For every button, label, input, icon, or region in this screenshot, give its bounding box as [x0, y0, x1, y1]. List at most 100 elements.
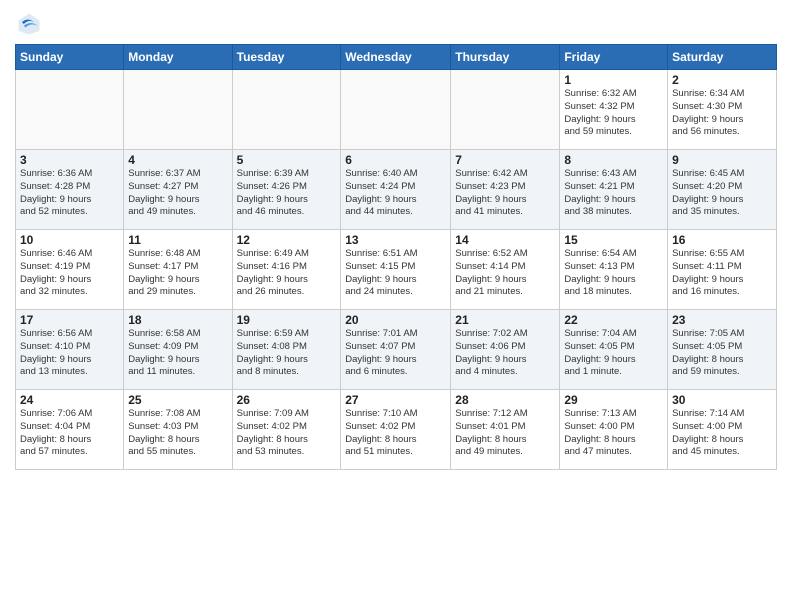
day-info: Sunrise: 6:59 AMSunset: 4:08 PMDaylight:… [237, 328, 337, 379]
calendar-week-row: 24Sunrise: 7:06 AMSunset: 4:04 PMDayligh… [16, 390, 777, 470]
day-number: 24 [20, 393, 119, 407]
day-number: 21 [455, 313, 555, 327]
calendar-day: 5Sunrise: 6:39 AMSunset: 4:26 PMDaylight… [232, 150, 341, 230]
page-container: SundayMondayTuesdayWednesdayThursdayFrid… [0, 0, 792, 475]
calendar-header-sunday: Sunday [16, 45, 124, 70]
calendar-day: 14Sunrise: 6:52 AMSunset: 4:14 PMDayligh… [451, 230, 560, 310]
day-info: Sunrise: 7:10 AMSunset: 4:02 PMDaylight:… [345, 408, 446, 459]
day-info: Sunrise: 7:05 AMSunset: 4:05 PMDaylight:… [672, 328, 772, 379]
calendar-day: 23Sunrise: 7:05 AMSunset: 4:05 PMDayligh… [668, 310, 777, 390]
calendar-header-saturday: Saturday [668, 45, 777, 70]
calendar-day: 25Sunrise: 7:08 AMSunset: 4:03 PMDayligh… [124, 390, 232, 470]
calendar-day: 20Sunrise: 7:01 AMSunset: 4:07 PMDayligh… [341, 310, 451, 390]
calendar-header-wednesday: Wednesday [341, 45, 451, 70]
calendar-day: 6Sunrise: 6:40 AMSunset: 4:24 PMDaylight… [341, 150, 451, 230]
day-info: Sunrise: 6:34 AMSunset: 4:30 PMDaylight:… [672, 88, 772, 139]
calendar-day [124, 70, 232, 150]
day-number: 8 [564, 153, 663, 167]
calendar-day [451, 70, 560, 150]
day-number: 4 [128, 153, 227, 167]
calendar-day: 16Sunrise: 6:55 AMSunset: 4:11 PMDayligh… [668, 230, 777, 310]
day-info: Sunrise: 6:56 AMSunset: 4:10 PMDaylight:… [20, 328, 119, 379]
calendar-day: 26Sunrise: 7:09 AMSunset: 4:02 PMDayligh… [232, 390, 341, 470]
day-number: 23 [672, 313, 772, 327]
day-info: Sunrise: 7:13 AMSunset: 4:00 PMDaylight:… [564, 408, 663, 459]
calendar-day [341, 70, 451, 150]
calendar-day: 12Sunrise: 6:49 AMSunset: 4:16 PMDayligh… [232, 230, 341, 310]
calendar-header-thursday: Thursday [451, 45, 560, 70]
calendar-day: 13Sunrise: 6:51 AMSunset: 4:15 PMDayligh… [341, 230, 451, 310]
day-info: Sunrise: 6:40 AMSunset: 4:24 PMDaylight:… [345, 168, 446, 219]
day-number: 19 [237, 313, 337, 327]
calendar-day: 29Sunrise: 7:13 AMSunset: 4:00 PMDayligh… [560, 390, 668, 470]
calendar-day: 28Sunrise: 7:12 AMSunset: 4:01 PMDayligh… [451, 390, 560, 470]
day-number: 2 [672, 73, 772, 87]
day-number: 20 [345, 313, 446, 327]
day-info: Sunrise: 6:58 AMSunset: 4:09 PMDaylight:… [128, 328, 227, 379]
calendar-day: 15Sunrise: 6:54 AMSunset: 4:13 PMDayligh… [560, 230, 668, 310]
header [15, 10, 777, 38]
day-info: Sunrise: 6:54 AMSunset: 4:13 PMDaylight:… [564, 248, 663, 299]
day-info: Sunrise: 6:45 AMSunset: 4:20 PMDaylight:… [672, 168, 772, 219]
day-info: Sunrise: 7:02 AMSunset: 4:06 PMDaylight:… [455, 328, 555, 379]
day-info: Sunrise: 6:46 AMSunset: 4:19 PMDaylight:… [20, 248, 119, 299]
day-info: Sunrise: 6:42 AMSunset: 4:23 PMDaylight:… [455, 168, 555, 219]
day-info: Sunrise: 7:06 AMSunset: 4:04 PMDaylight:… [20, 408, 119, 459]
day-info: Sunrise: 7:09 AMSunset: 4:02 PMDaylight:… [237, 408, 337, 459]
day-info: Sunrise: 7:08 AMSunset: 4:03 PMDaylight:… [128, 408, 227, 459]
calendar-day: 7Sunrise: 6:42 AMSunset: 4:23 PMDaylight… [451, 150, 560, 230]
calendar-day: 2Sunrise: 6:34 AMSunset: 4:30 PMDaylight… [668, 70, 777, 150]
day-info: Sunrise: 7:01 AMSunset: 4:07 PMDaylight:… [345, 328, 446, 379]
logo [15, 10, 47, 38]
calendar-header-tuesday: Tuesday [232, 45, 341, 70]
calendar-day: 30Sunrise: 7:14 AMSunset: 4:00 PMDayligh… [668, 390, 777, 470]
calendar-day: 17Sunrise: 6:56 AMSunset: 4:10 PMDayligh… [16, 310, 124, 390]
calendar-week-row: 3Sunrise: 6:36 AMSunset: 4:28 PMDaylight… [16, 150, 777, 230]
calendar-week-row: 1Sunrise: 6:32 AMSunset: 4:32 PMDaylight… [16, 70, 777, 150]
day-info: Sunrise: 6:52 AMSunset: 4:14 PMDaylight:… [455, 248, 555, 299]
day-number: 9 [672, 153, 772, 167]
calendar-day: 21Sunrise: 7:02 AMSunset: 4:06 PMDayligh… [451, 310, 560, 390]
calendar-day [232, 70, 341, 150]
day-number: 14 [455, 233, 555, 247]
day-number: 22 [564, 313, 663, 327]
calendar-day: 27Sunrise: 7:10 AMSunset: 4:02 PMDayligh… [341, 390, 451, 470]
day-info: Sunrise: 6:43 AMSunset: 4:21 PMDaylight:… [564, 168, 663, 219]
day-info: Sunrise: 6:36 AMSunset: 4:28 PMDaylight:… [20, 168, 119, 219]
day-info: Sunrise: 6:32 AMSunset: 4:32 PMDaylight:… [564, 88, 663, 139]
day-number: 26 [237, 393, 337, 407]
calendar-header-row: SundayMondayTuesdayWednesdayThursdayFrid… [16, 45, 777, 70]
day-number: 28 [455, 393, 555, 407]
calendar-week-row: 17Sunrise: 6:56 AMSunset: 4:10 PMDayligh… [16, 310, 777, 390]
logo-icon [15, 10, 43, 38]
day-number: 16 [672, 233, 772, 247]
day-info: Sunrise: 6:39 AMSunset: 4:26 PMDaylight:… [237, 168, 337, 219]
calendar-day: 11Sunrise: 6:48 AMSunset: 4:17 PMDayligh… [124, 230, 232, 310]
day-number: 6 [345, 153, 446, 167]
day-info: Sunrise: 6:37 AMSunset: 4:27 PMDaylight:… [128, 168, 227, 219]
day-number: 29 [564, 393, 663, 407]
day-number: 15 [564, 233, 663, 247]
day-number: 18 [128, 313, 227, 327]
day-number: 27 [345, 393, 446, 407]
day-number: 10 [20, 233, 119, 247]
calendar-day: 9Sunrise: 6:45 AMSunset: 4:20 PMDaylight… [668, 150, 777, 230]
calendar-day: 4Sunrise: 6:37 AMSunset: 4:27 PMDaylight… [124, 150, 232, 230]
calendar-header-monday: Monday [124, 45, 232, 70]
day-number: 11 [128, 233, 227, 247]
day-number: 5 [237, 153, 337, 167]
day-number: 3 [20, 153, 119, 167]
day-info: Sunrise: 6:51 AMSunset: 4:15 PMDaylight:… [345, 248, 446, 299]
calendar-day: 22Sunrise: 7:04 AMSunset: 4:05 PMDayligh… [560, 310, 668, 390]
day-info: Sunrise: 7:04 AMSunset: 4:05 PMDaylight:… [564, 328, 663, 379]
day-info: Sunrise: 6:55 AMSunset: 4:11 PMDaylight:… [672, 248, 772, 299]
day-number: 17 [20, 313, 119, 327]
calendar-day: 3Sunrise: 6:36 AMSunset: 4:28 PMDaylight… [16, 150, 124, 230]
calendar-day: 24Sunrise: 7:06 AMSunset: 4:04 PMDayligh… [16, 390, 124, 470]
day-info: Sunrise: 6:48 AMSunset: 4:17 PMDaylight:… [128, 248, 227, 299]
day-number: 7 [455, 153, 555, 167]
calendar-day [16, 70, 124, 150]
calendar-day: 18Sunrise: 6:58 AMSunset: 4:09 PMDayligh… [124, 310, 232, 390]
day-number: 25 [128, 393, 227, 407]
calendar-header-friday: Friday [560, 45, 668, 70]
